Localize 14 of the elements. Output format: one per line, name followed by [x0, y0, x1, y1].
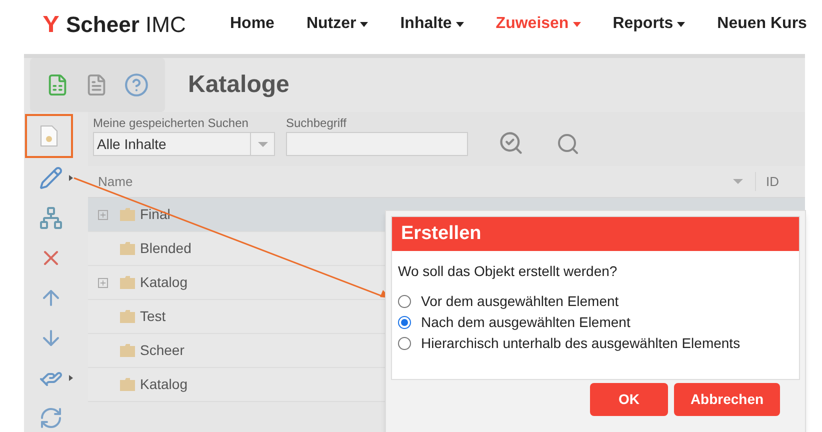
brand-name: Scheer IMC [66, 10, 186, 38]
field-label: Suchbegriff [286, 115, 348, 132]
dialog-title: Erstellen [401, 222, 482, 246]
page-title: Kataloge [188, 70, 290, 100]
radio-label: Nach dem ausgewählten Element [421, 312, 630, 332]
row-name: Test [140, 307, 166, 326]
dialog-question: Wo soll das Objekt erstellt werden? [398, 262, 618, 281]
radio-label: Hierarchisch unterhalb des ausgewählten Elements [421, 334, 740, 353]
row-name: Blended [140, 239, 192, 258]
row-name: Katalog [140, 273, 188, 292]
row-name: Katalog [140, 375, 188, 394]
radio-label: Vor dem ausgewählten Element [421, 292, 619, 311]
field-label: Meine gespeicherten Suchen [93, 115, 250, 132]
row-name: Scheer [140, 341, 184, 360]
